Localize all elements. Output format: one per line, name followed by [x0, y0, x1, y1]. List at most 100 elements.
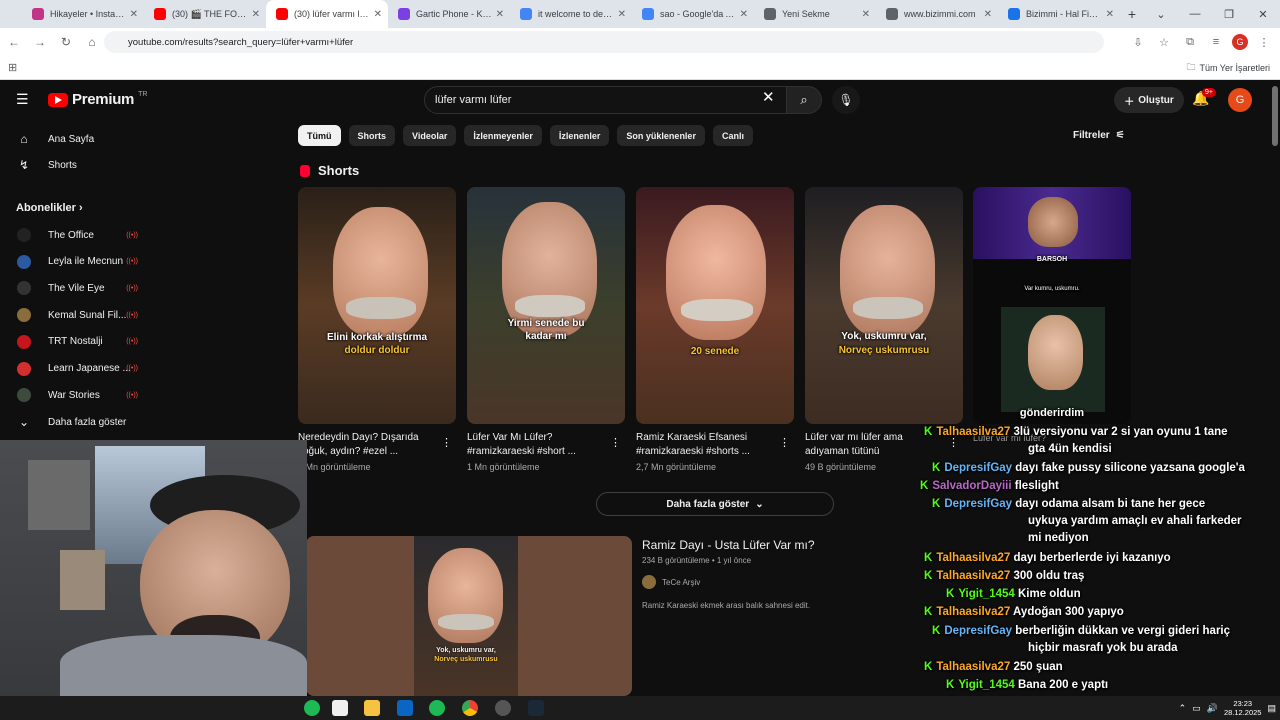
- browser-tab[interactable]: sao - Google'da Ara ✕: [632, 0, 754, 28]
- tab-close-icon[interactable]: ✕: [984, 9, 992, 20]
- show-more-shorts-button[interactable]: Daha fazla göster ⌄: [596, 492, 834, 516]
- subscription-channel[interactable]: TRT Nostalji ((•)): [0, 329, 146, 355]
- tray-chevron-icon[interactable]: ⌃: [1179, 703, 1187, 714]
- new-tab-icon[interactable]: +: [1120, 0, 1144, 28]
- video-title[interactable]: Ramiz Dayı - Usta Lüfer Var mı?: [642, 538, 815, 552]
- browser-tab[interactable]: Yeni Sekme ✕: [754, 0, 876, 28]
- network-icon[interactable]: ▭: [1192, 703, 1201, 714]
- browser-tab[interactable]: Hikayeler • Instagram ✕: [22, 0, 144, 28]
- subscription-channel[interactable]: The Vile Eye ((•)): [0, 275, 146, 301]
- apps-grid-icon[interactable]: ⊞: [8, 61, 17, 74]
- filter-chip[interactable]: Canlı: [712, 125, 753, 146]
- short-views: 1 Mn görüntüleme: [467, 462, 540, 472]
- spotify-icon[interactable]: [429, 700, 445, 716]
- filter-chips: Tümü Shorts Videolar İzlenmeyenler İzlenenle…: [298, 125, 753, 146]
- url-input[interactable]: youtube.com/results?search_query=lüfer+v…: [104, 31, 1104, 53]
- tab-close-icon[interactable]: ✕: [618, 9, 626, 20]
- filter-chip[interactable]: Son yüklenenler: [617, 125, 705, 146]
- tab-close-icon[interactable]: ✕: [130, 9, 138, 20]
- more-options-icon[interactable]: ⋮: [441, 436, 452, 449]
- app-icon[interactable]: [332, 700, 348, 716]
- file-explorer-icon[interactable]: [364, 700, 380, 716]
- all-bookmarks-label: Tüm Yer İşaretleri: [1199, 62, 1270, 73]
- show-more-subscriptions[interactable]: ⌄ Daha fazla göster: [0, 409, 146, 435]
- menu-icon[interactable]: ⋮: [1254, 32, 1274, 52]
- shorts-logo-icon: [300, 164, 310, 177]
- subscriptions-header[interactable]: Abonelikler ›: [16, 202, 83, 214]
- steam-icon[interactable]: [528, 700, 544, 716]
- filters-label: Filtreler: [1073, 130, 1110, 141]
- short-thumbnail[interactable]: Elini korkak alıştırma doldur doldur: [298, 187, 456, 424]
- tab-close-icon[interactable]: ✕: [252, 9, 260, 20]
- filter-chip[interactable]: İzlenmeyenler: [464, 125, 542, 146]
- create-button[interactable]: ＋ Oluştur: [1114, 87, 1184, 113]
- search-input[interactable]: lüfer varmı lüfer: [424, 86, 788, 114]
- forward-icon[interactable]: →: [28, 30, 52, 54]
- tab-close-icon[interactable]: ✕: [374, 9, 382, 20]
- tab-search-icon[interactable]: ⌄: [1144, 0, 1178, 28]
- close-window-icon[interactable]: ✕: [1246, 0, 1280, 28]
- tab-close-icon[interactable]: ✕: [1106, 9, 1114, 20]
- short-thumbnail[interactable]: Yok, uskumru var, Norveç uskumrusu: [805, 187, 963, 424]
- app-icon[interactable]: [304, 700, 320, 716]
- chrome-icon[interactable]: [462, 700, 478, 716]
- subscription-channel[interactable]: War Stories ((•)): [0, 382, 146, 408]
- video-channel[interactable]: TeCe Arşiv: [642, 575, 700, 589]
- short-thumbnail[interactable]: Yirmi senede bu kadar mı: [467, 187, 625, 424]
- volume-icon[interactable]: 🔊: [1207, 703, 1218, 714]
- short-title[interactable]: Neredeydin Dayı? Dışarıda soğuk, aydın? …: [298, 431, 438, 459]
- clock[interactable]: 23:23 28.12.2025: [1224, 699, 1262, 717]
- kick-badge-icon: K: [946, 679, 955, 691]
- voice-search-button[interactable]: 🎙: [832, 86, 860, 114]
- subscription-channel[interactable]: Kemal Sunal Fil... ((•)): [0, 302, 146, 328]
- browser-tab[interactable]: (30) 🎬 THE FOUNTA ✕: [144, 0, 266, 28]
- youtube-logo[interactable]: Premium TR: [48, 91, 147, 108]
- bookmark-star-icon[interactable]: ☆: [1154, 32, 1174, 52]
- more-options-icon[interactable]: ⋮: [610, 436, 621, 449]
- sidebar-item-label: Ana Sayfa: [48, 133, 95, 145]
- sidebar-item-shorts[interactable]: ↯ Shorts: [0, 152, 146, 178]
- filter-chip[interactable]: Tümü: [298, 125, 341, 146]
- short-thumbnail[interactable]: BARSOH Var kumru, uskumru. gönderirdim: [973, 187, 1131, 424]
- tab-close-icon[interactable]: ✕: [862, 9, 870, 20]
- sidebar-item-home[interactable]: ⌂ Ana Sayfa: [0, 126, 146, 152]
- notifications-icon[interactable]: ▤: [1267, 703, 1276, 714]
- filter-chip[interactable]: Videolar: [403, 125, 457, 146]
- extensions-icon[interactable]: ⧉: [1180, 32, 1200, 52]
- page-scrollbar[interactable]: [1272, 86, 1278, 146]
- browser-tab[interactable]: Gartic Phone - Kulakta ✕: [388, 0, 510, 28]
- subscription-channel[interactable]: Learn Japanese ... ((•)): [0, 356, 146, 382]
- outlook-icon[interactable]: [397, 700, 413, 716]
- tab-close-icon[interactable]: ✕: [740, 9, 748, 20]
- browser-tab[interactable]: Bizimmi - Hal Fiyatları ✕: [998, 0, 1120, 28]
- subscription-channel[interactable]: The Office ((•)): [0, 222, 146, 248]
- video-thumbnail[interactable]: Yok, uskumru var, Norveç uskumrusu: [306, 536, 632, 696]
- tab-close-icon[interactable]: ✕: [496, 9, 504, 20]
- live-indicator-icon: ((•)): [126, 311, 138, 319]
- short-title[interactable]: Lüfer Var Mı Lüfer? #ramizkaraeski #shor…: [467, 431, 607, 459]
- filters-button[interactable]: Filtreler ⚟: [1073, 130, 1125, 141]
- browser-tab[interactable]: it welcome to derry - ✕: [510, 0, 632, 28]
- subscription-channel[interactable]: Leyla ile Mecnun ((•)): [0, 249, 146, 275]
- hamburger-menu-icon[interactable]: ☰: [16, 92, 30, 106]
- reload-icon[interactable]: ↻: [54, 30, 78, 54]
- home-icon[interactable]: ⌂: [80, 30, 104, 54]
- back-icon[interactable]: ←: [2, 30, 26, 54]
- browser-tab[interactable]: www.bizimmi.com ✕: [876, 0, 998, 28]
- search-button[interactable]: ⌕: [786, 86, 822, 114]
- filter-chip[interactable]: Shorts: [348, 125, 396, 146]
- minimize-icon[interactable]: —: [1178, 0, 1212, 28]
- maximize-icon[interactable]: ❐: [1212, 0, 1246, 28]
- all-bookmarks[interactable]: 🗀 Tüm Yer İşaretleri: [1186, 60, 1270, 76]
- profile-avatar[interactable]: G: [1232, 34, 1248, 50]
- media-icon[interactable]: ≡: [1206, 32, 1226, 52]
- browser-tab[interactable]: (30) lüfer varmı lüfer ✕: [266, 0, 388, 28]
- obs-icon[interactable]: [495, 700, 511, 716]
- more-options-icon[interactable]: ⋮: [779, 436, 790, 449]
- account-avatar[interactable]: G: [1228, 88, 1252, 112]
- short-thumbnail[interactable]: 20 senede: [636, 187, 794, 424]
- install-icon[interactable]: ⇩: [1128, 32, 1148, 52]
- filter-chip[interactable]: İzlenenler: [549, 125, 610, 146]
- clear-search-icon[interactable]: ✕: [762, 88, 775, 106]
- short-title[interactable]: Ramiz Karaeski Efsanesi #ramizkaraeski #…: [636, 431, 776, 459]
